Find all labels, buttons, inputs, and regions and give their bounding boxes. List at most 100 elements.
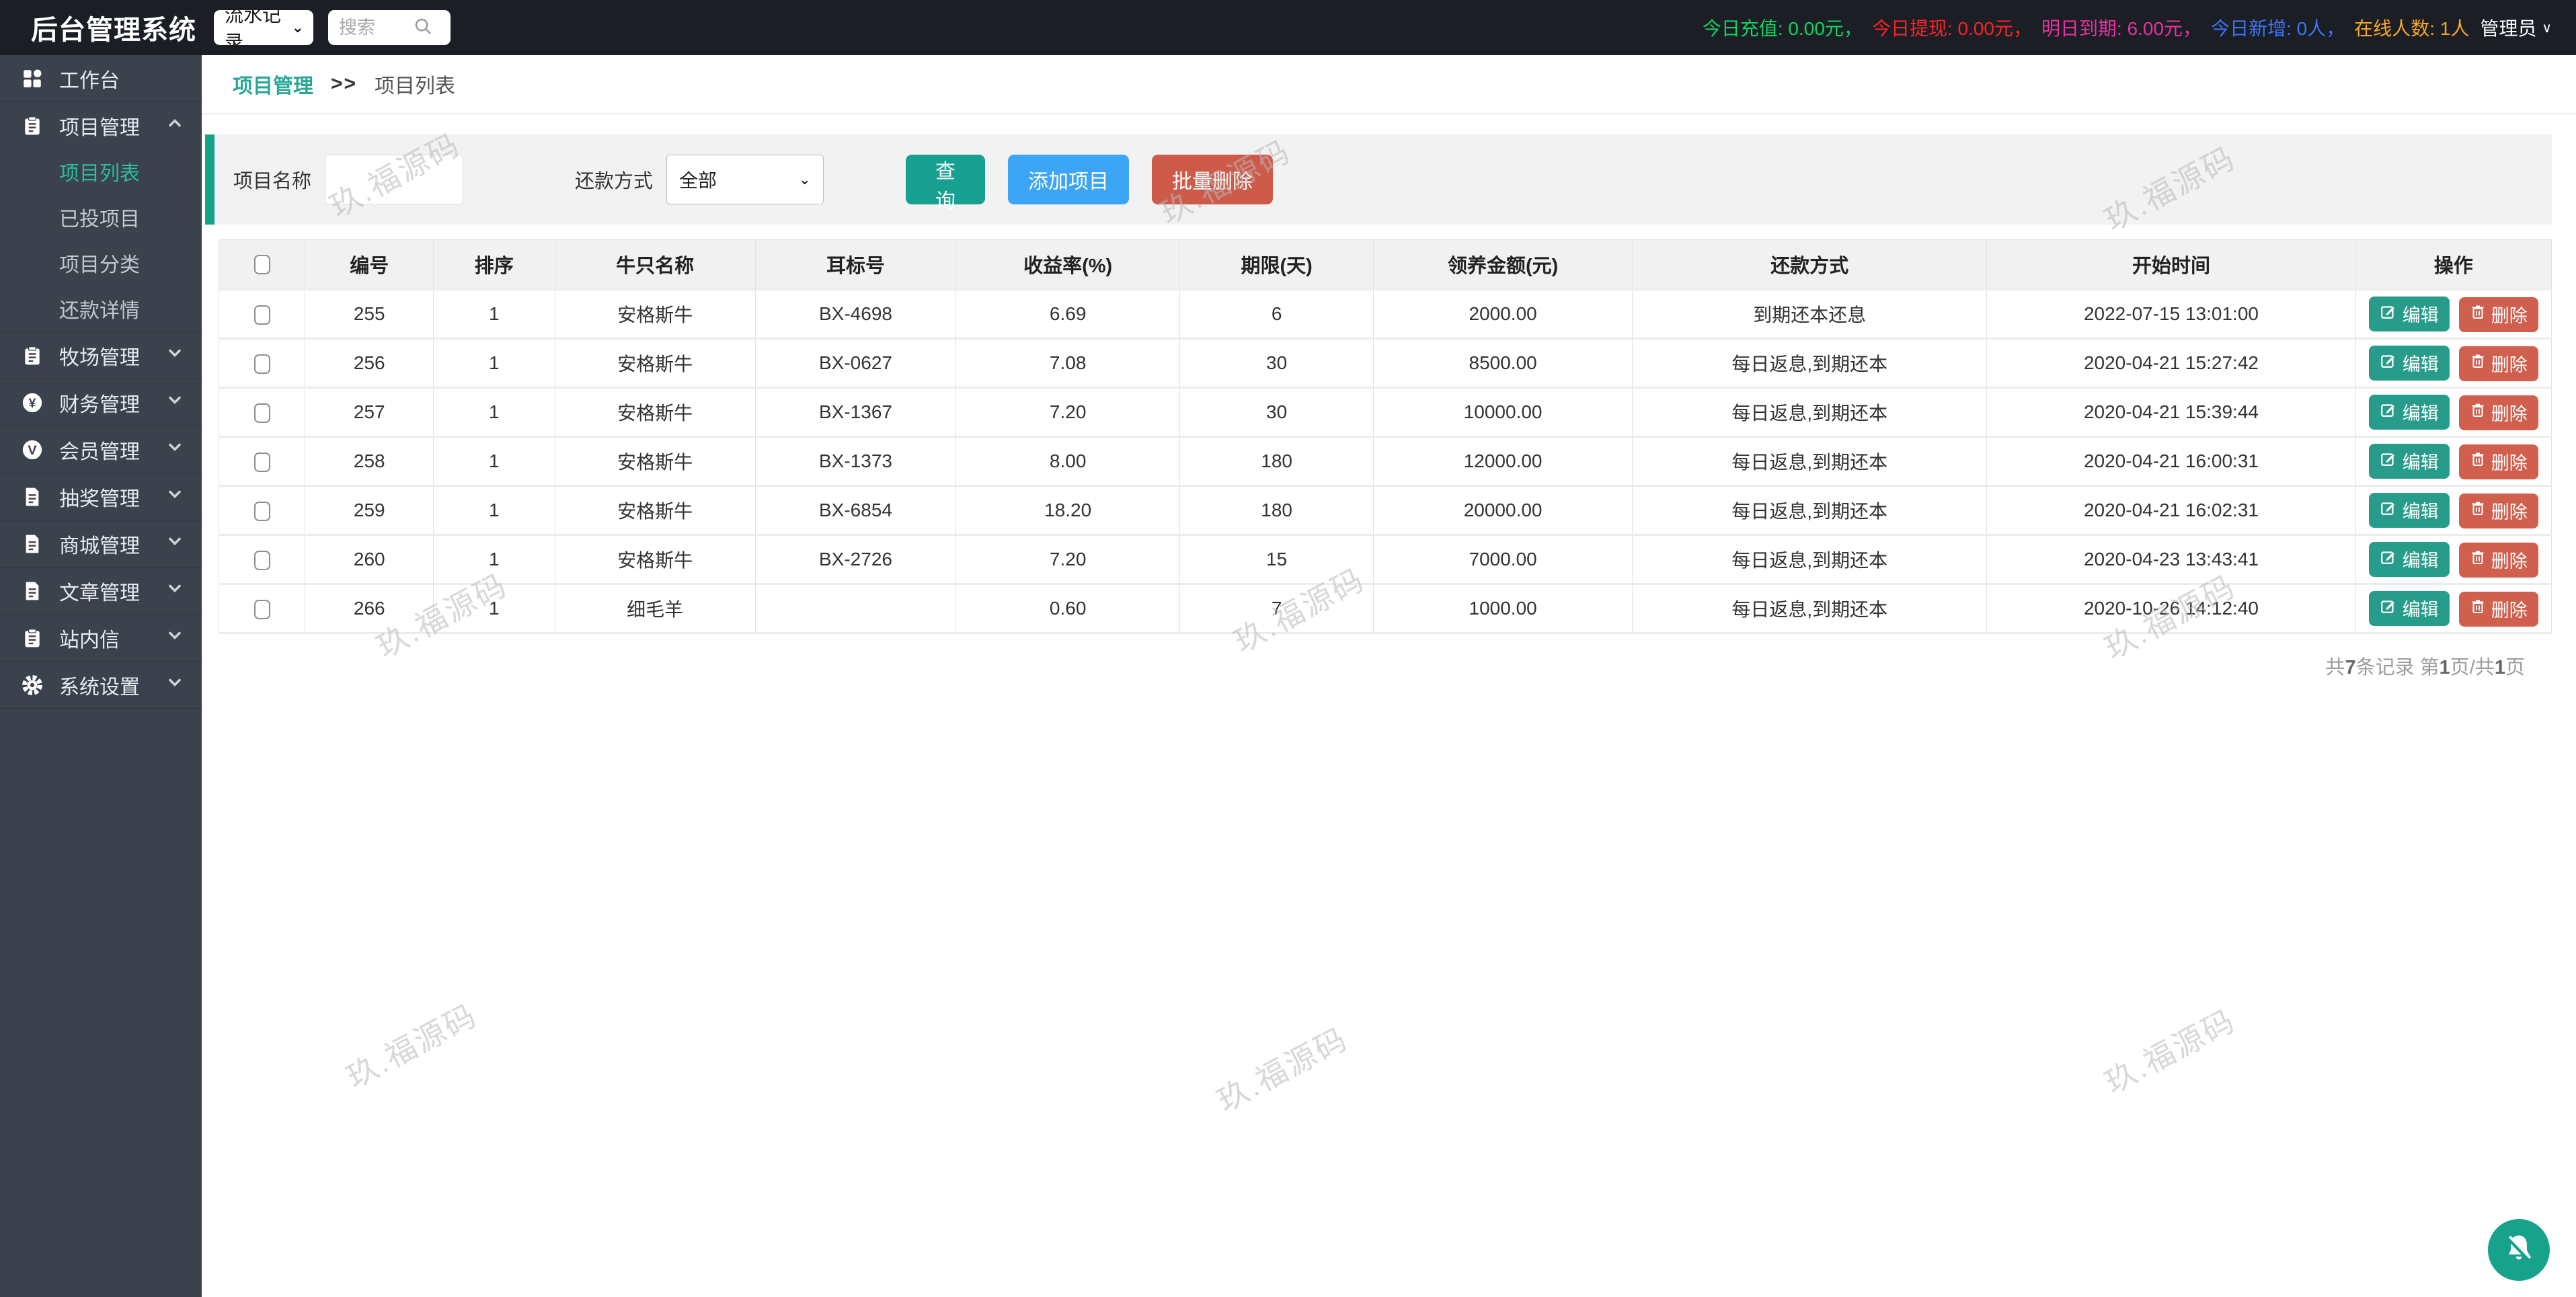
cell-actions: 编辑 删除 xyxy=(2355,289,2552,340)
row-select-cell xyxy=(218,584,306,634)
sidebar-item-label: 财务管理 xyxy=(59,393,140,416)
table-row: 257 1 安格斯牛 BX-1367 7.20 30 10000.00 每日返息,到期还本 20… xyxy=(218,387,2552,438)
delete-button[interactable]: 删除 xyxy=(2458,346,2538,381)
table-row: 255 1 安格斯牛 BX-4698 6.69 6 2000.00 到期还本还息 2022-07… xyxy=(218,289,2552,340)
sidebar-subitem-还款详情[interactable]: 还款详情 xyxy=(0,286,202,331)
cell-start: 2022-07-15 13:01:00 xyxy=(1986,289,2356,340)
edit-button[interactable]: 编辑 xyxy=(2368,492,2450,528)
row-checkbox[interactable] xyxy=(253,305,270,325)
project-name-input[interactable] xyxy=(325,155,464,204)
cell-sort: 1 xyxy=(433,338,555,389)
delete-button[interactable]: 删除 xyxy=(2458,444,2538,479)
cell-tag: BX-0627 xyxy=(754,338,957,389)
sidebar-item-文章管理[interactable]: 文章管理 xyxy=(0,567,202,614)
sidebar-item-商城管理[interactable]: 商城管理 xyxy=(0,520,202,567)
sidebar-item-系统设置[interactable]: 系统设置 xyxy=(0,662,202,708)
cell-amount: 2000.00 xyxy=(1373,289,1633,340)
cell-id: 256 xyxy=(305,338,434,389)
cell-tag: BX-1367 xyxy=(754,387,957,438)
sidebar-item-抽奖管理[interactable]: 抽奖管理 xyxy=(0,473,202,520)
pagination-number: 7 xyxy=(2345,657,2356,678)
delete-button[interactable]: 删除 xyxy=(2458,591,2538,627)
query-button[interactable]: 查询 xyxy=(906,155,986,212)
cell-days: 180 xyxy=(1179,485,1374,536)
edit-button[interactable]: 编辑 xyxy=(2368,345,2450,381)
cell-name: 安格斯牛 xyxy=(554,289,756,340)
sidebar-item-项目管理[interactable]: 项目管理 xyxy=(0,102,202,149)
cell-repay: 每日返息,到期还本 xyxy=(1632,485,1988,536)
edit-icon xyxy=(2380,401,2397,423)
delete-button[interactable]: 删除 xyxy=(2458,493,2538,528)
sidebar-item-会员管理[interactable]: V 会员管理 xyxy=(0,426,202,473)
cell-amount: 20000.00 xyxy=(1373,485,1633,536)
cell-amount: 8500.00 xyxy=(1373,338,1633,389)
cell-start: 2020-10-26 14:12:40 xyxy=(1986,584,2356,634)
row-select-cell xyxy=(218,387,306,438)
delete-button[interactable]: 删除 xyxy=(2458,297,2538,332)
module-select-value: 流水记录 xyxy=(225,5,282,52)
edit-icon xyxy=(2380,352,2397,374)
sidebar-subitem-项目列表[interactable]: 项目列表 xyxy=(0,149,202,194)
edit-button[interactable]: 编辑 xyxy=(2368,394,2450,430)
add-project-button[interactable]: 添加项目 xyxy=(1008,155,1130,204)
repay-method-value: 全部 xyxy=(679,170,717,191)
sidebar-subitem-项目分类[interactable]: 项目分类 xyxy=(0,240,202,286)
breadcrumb: 项目管理 >> 项目列表 xyxy=(202,55,2576,114)
select-all-checkbox[interactable] xyxy=(253,255,270,275)
row-checkbox[interactable] xyxy=(253,600,270,620)
breadcrumb-current: 项目列表 xyxy=(375,75,456,97)
admin-name: 管理员 xyxy=(2480,18,2537,39)
pagination-number: 1 xyxy=(2494,657,2505,678)
pagination-text: 页/共 xyxy=(2450,657,2495,678)
row-checkbox[interactable] xyxy=(253,551,270,571)
cell-amount: 12000.00 xyxy=(1373,436,1633,487)
sidebar-item-牧场管理[interactable]: 牧场管理 xyxy=(0,332,202,379)
yen-coin-icon: ¥ xyxy=(20,391,44,415)
edit-button[interactable]: 编辑 xyxy=(2368,443,2450,479)
sidebar-group: 系统设置 xyxy=(0,662,202,709)
sidebar-group: 文章管理 xyxy=(0,567,202,615)
sidebar-group: 牧场管理 xyxy=(0,332,202,379)
trash-icon xyxy=(2470,353,2486,374)
app-title: 后台管理系统 xyxy=(31,15,196,45)
stat-item: 今日提现: 0.00元， xyxy=(1871,18,2032,39)
search-input[interactable] xyxy=(339,17,413,38)
module-select[interactable]: 流水记录 ⌄ xyxy=(214,5,313,52)
col-header: 耳标号 xyxy=(754,239,957,290)
cell-name: 安格斯牛 xyxy=(554,436,756,487)
table-row: 258 1 安格斯牛 BX-1373 8.00 180 12000.00 每日返息,到期还本 2… xyxy=(218,436,2552,487)
sidebar-subitem-已投项目[interactable]: 已投项目 xyxy=(0,194,202,240)
edit-button[interactable]: 编辑 xyxy=(2368,590,2450,626)
delete-button[interactable]: 删除 xyxy=(2458,542,2538,578)
notification-mute-fab[interactable] xyxy=(2488,1219,2550,1281)
breadcrumb-parent[interactable]: 项目管理 xyxy=(233,69,313,99)
cell-sort: 1 xyxy=(433,584,555,634)
edit-button[interactable]: 编辑 xyxy=(2368,541,2450,577)
chevron-down-icon: ⌄ xyxy=(291,19,304,36)
row-checkbox[interactable] xyxy=(253,453,270,473)
cell-days: 15 xyxy=(1179,535,1374,585)
sidebar-item-工作台[interactable]: 工作台 xyxy=(0,55,202,102)
row-checkbox[interactable] xyxy=(253,354,270,375)
row-checkbox[interactable] xyxy=(253,403,270,424)
bell-slash-icon xyxy=(2501,1231,2536,1269)
cell-rate: 7.20 xyxy=(955,387,1181,438)
sidebar-item-财务管理[interactable]: ¥ 财务管理 xyxy=(0,379,202,426)
sidebar-item-label: 工作台 xyxy=(59,69,120,92)
topbar-search[interactable] xyxy=(328,10,451,45)
col-header: 开始时间 xyxy=(1986,239,2356,290)
document-icon xyxy=(20,532,44,556)
edit-button[interactable]: 编辑 xyxy=(2368,296,2450,331)
repay-method-select[interactable]: 全部 ⌄ xyxy=(666,155,824,204)
repay-method-label: 还款方式 xyxy=(575,171,654,192)
cell-amount: 7000.00 xyxy=(1373,535,1633,585)
row-checkbox[interactable] xyxy=(253,502,270,522)
batch-delete-button[interactable]: 批量删除 xyxy=(1152,155,1274,204)
table-row: 260 1 安格斯牛 BX-2726 7.20 15 7000.00 每日返息,到期还本 202… xyxy=(218,535,2552,585)
edit-icon xyxy=(2380,499,2397,521)
sidebar-item-label: 项目管理 xyxy=(59,116,140,139)
admin-menu[interactable]: 管理员 ∨ xyxy=(2480,14,2552,41)
sidebar-item-站内信[interactable]: 站内信 xyxy=(0,615,202,661)
gear-icon xyxy=(20,673,44,697)
delete-button[interactable]: 删除 xyxy=(2458,395,2538,430)
